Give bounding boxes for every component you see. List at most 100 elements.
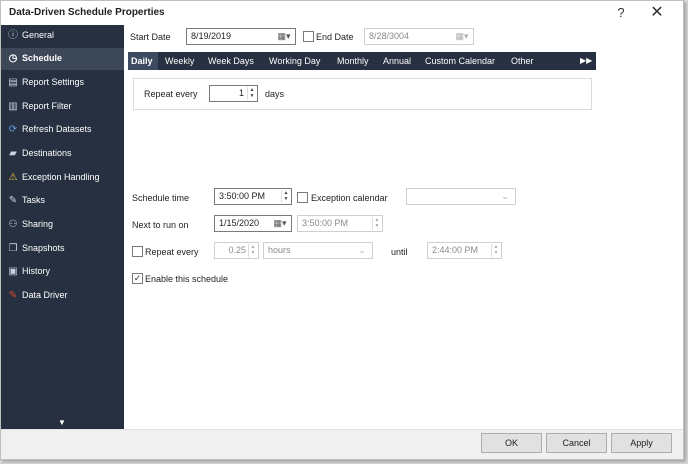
dialog-footer: OK Cancel Apply	[1, 429, 683, 459]
spin-arrows-icon[interactable]: ▲ ▼	[248, 244, 257, 257]
refresh-icon: ⟳	[8, 124, 18, 135]
sidebar-item-label: Report Settings	[22, 77, 85, 87]
repeat-unit-select[interactable]: hours ⌄	[263, 242, 373, 259]
chevron-down-icon[interactable]: ⌄	[495, 190, 515, 203]
sidebar-item-refresh-datasets[interactable]: ⟳ Refresh Datasets	[1, 119, 124, 141]
sharing-icon: ⚇	[8, 219, 18, 230]
sidebar-item-general[interactable]: ⓘ General	[1, 25, 124, 47]
sidebar-item-exception-handling[interactable]: ⚠ Exception Handling	[1, 167, 124, 189]
title-bar: Data-Driven Schedule Properties ? ✕	[1, 1, 683, 25]
tab-weekly[interactable]: Weekly	[165, 52, 194, 70]
calendar-dropdown-icon[interactable]: ▦▾	[274, 30, 294, 43]
repeat-every-value: 1	[238, 88, 244, 98]
filter-icon: ▥	[8, 101, 18, 112]
next-to-run-label: Next to run on	[132, 220, 189, 230]
repeat-every-label: Repeat every	[144, 89, 198, 99]
calendar-dropdown-icon[interactable]: ▦▾	[270, 217, 290, 230]
sidebar-item-label: Schedule	[22, 53, 63, 63]
until-time-input[interactable]: 2:44:00 PM ▲ ▼	[427, 242, 502, 259]
sidebar-item-label: Exception Handling	[22, 172, 100, 182]
start-date-value: 8/19/2019	[191, 31, 232, 41]
enable-schedule-label: Enable this schedule	[145, 274, 229, 284]
tabs-scroll-right-icon[interactable]: ▶▶	[580, 52, 592, 70]
start-date-picker[interactable]: 8/19/2019 ▦▾	[186, 28, 296, 45]
cancel-button[interactable]: Cancel	[546, 433, 607, 453]
until-label: until	[391, 247, 408, 257]
sidebar-item-snapshots[interactable]: ❐ Snapshots	[1, 238, 124, 260]
repeat-unit-value: hours	[268, 245, 291, 255]
report-settings-icon: ▤	[8, 77, 18, 88]
schedule-panel: Start Date 8/19/2019 ▦▾ End Date 8/28/30…	[124, 25, 683, 429]
dialog-window: Data-Driven Schedule Properties ? ✕ ⓘ Ge…	[0, 0, 684, 460]
tab-other[interactable]: Other	[511, 52, 534, 70]
until-time-value: 2:44:00 PM	[432, 245, 479, 255]
sidebar-item-tasks[interactable]: ✎ Tasks	[1, 190, 124, 212]
schedule-time-input[interactable]: 3:50:00 PM ▲ ▼	[214, 188, 292, 205]
frequency-tab-bar: Daily Weekly Week Days Working Day Month…	[128, 52, 596, 70]
tab-working-day[interactable]: Working Day	[269, 52, 320, 70]
destinations-icon: ▰	[9, 148, 17, 159]
history-icon: ▣	[8, 266, 18, 277]
end-date-value: 8/28/3004	[369, 31, 410, 41]
sidebar-item-label: General	[22, 30, 55, 40]
schedule-time-label: Schedule time	[132, 193, 190, 203]
sidebar-item-report-settings[interactable]: ▤ Report Settings	[1, 72, 124, 94]
tasks-icon: ✎	[8, 195, 18, 206]
exception-calendar-label: Exception calendar	[311, 193, 388, 203]
spin-arrows-icon[interactable]: ▲ ▼	[491, 244, 500, 257]
next-run-date-value: 1/15/2020	[219, 218, 260, 228]
days-unit-label: days	[265, 89, 285, 99]
clock-icon: ◷	[8, 53, 18, 64]
exception-calendar-checkbox[interactable]	[297, 192, 308, 203]
help-button[interactable]: ?	[609, 3, 633, 23]
spin-arrows-icon[interactable]: ▲ ▼	[281, 190, 290, 203]
tab-custom-calendar[interactable]: Custom Calendar	[425, 52, 495, 70]
repeat-hours-checkbox[interactable]	[132, 246, 143, 257]
sidebar-item-label: Refresh Datasets	[22, 124, 92, 134]
next-run-time-value: 3:50:00 PM	[302, 218, 349, 228]
sidebar-item-report-filter[interactable]: ▥ Report Filter	[1, 96, 124, 118]
repeat-hours-stepper[interactable]: 0.25 ▲ ▼	[214, 242, 259, 259]
warning-icon: ⚠	[8, 172, 18, 183]
sidebar-item-label: Destinations	[22, 148, 72, 158]
sidebar-item-label: History	[22, 266, 51, 276]
sidebar-item-label: Data Driver	[22, 290, 68, 300]
tab-week-days[interactable]: Week Days	[208, 52, 254, 70]
exception-calendar-select[interactable]: ⌄	[406, 188, 516, 205]
info-icon: ⓘ	[8, 30, 18, 41]
spin-arrows-icon[interactable]: ▲ ▼	[372, 217, 381, 230]
sidebar-item-sharing[interactable]: ⚇ Sharing	[1, 214, 124, 236]
snapshots-icon: ❐	[8, 243, 18, 254]
window-title: Data-Driven Schedule Properties	[9, 7, 165, 18]
sidebar-item-label: Tasks	[22, 195, 46, 205]
sidebar-item-destinations[interactable]: ▰ Destinations	[1, 143, 124, 165]
spin-arrows-icon[interactable]: ▲ ▼	[247, 87, 256, 100]
repeat-hours-value: 0.25	[228, 245, 246, 255]
sidebar-item-label: Sharing	[22, 219, 54, 229]
tab-daily[interactable]: Daily	[128, 52, 158, 70]
end-date-checkbox[interactable]	[303, 31, 314, 42]
ok-button[interactable]: OK	[481, 433, 542, 453]
end-date-label: End Date	[316, 32, 354, 42]
sidebar-scroll-down-icon[interactable]: ▼	[58, 418, 66, 427]
tab-monthly[interactable]: Monthly	[337, 52, 369, 70]
calendar-dropdown-icon[interactable]: ▦▾	[452, 30, 472, 43]
sidebar-item-label: Snapshots	[22, 243, 65, 253]
close-button[interactable]: ✕	[645, 3, 669, 23]
next-run-date-picker[interactable]: 1/15/2020 ▦▾	[214, 215, 292, 232]
apply-button[interactable]: Apply	[611, 433, 672, 453]
sidebar-item-label: Report Filter	[22, 101, 72, 111]
chevron-down-icon[interactable]: ⌄	[352, 244, 372, 257]
schedule-time-value: 3:50:00 PM	[219, 191, 266, 201]
sidebar-item-data-driver[interactable]: ✎ Data Driver	[1, 285, 124, 307]
start-date-label: Start Date	[130, 32, 171, 42]
sidebar: ⓘ General ◷ Schedule ▤ Report Settings ▥…	[1, 25, 124, 429]
sidebar-item-schedule[interactable]: ◷ Schedule	[1, 48, 124, 70]
repeat-every-days-stepper[interactable]: 1 ▲ ▼	[209, 85, 258, 102]
daily-options-box: Repeat every 1 ▲ ▼ days	[133, 78, 592, 110]
tab-annual[interactable]: Annual	[383, 52, 411, 70]
next-run-time-input[interactable]: 3:50:00 PM ▲ ▼	[297, 215, 383, 232]
enable-schedule-checkbox[interactable]: ✓	[132, 273, 143, 284]
end-date-picker[interactable]: 8/28/3004 ▦▾	[364, 28, 474, 45]
sidebar-item-history[interactable]: ▣ History	[1, 261, 124, 283]
